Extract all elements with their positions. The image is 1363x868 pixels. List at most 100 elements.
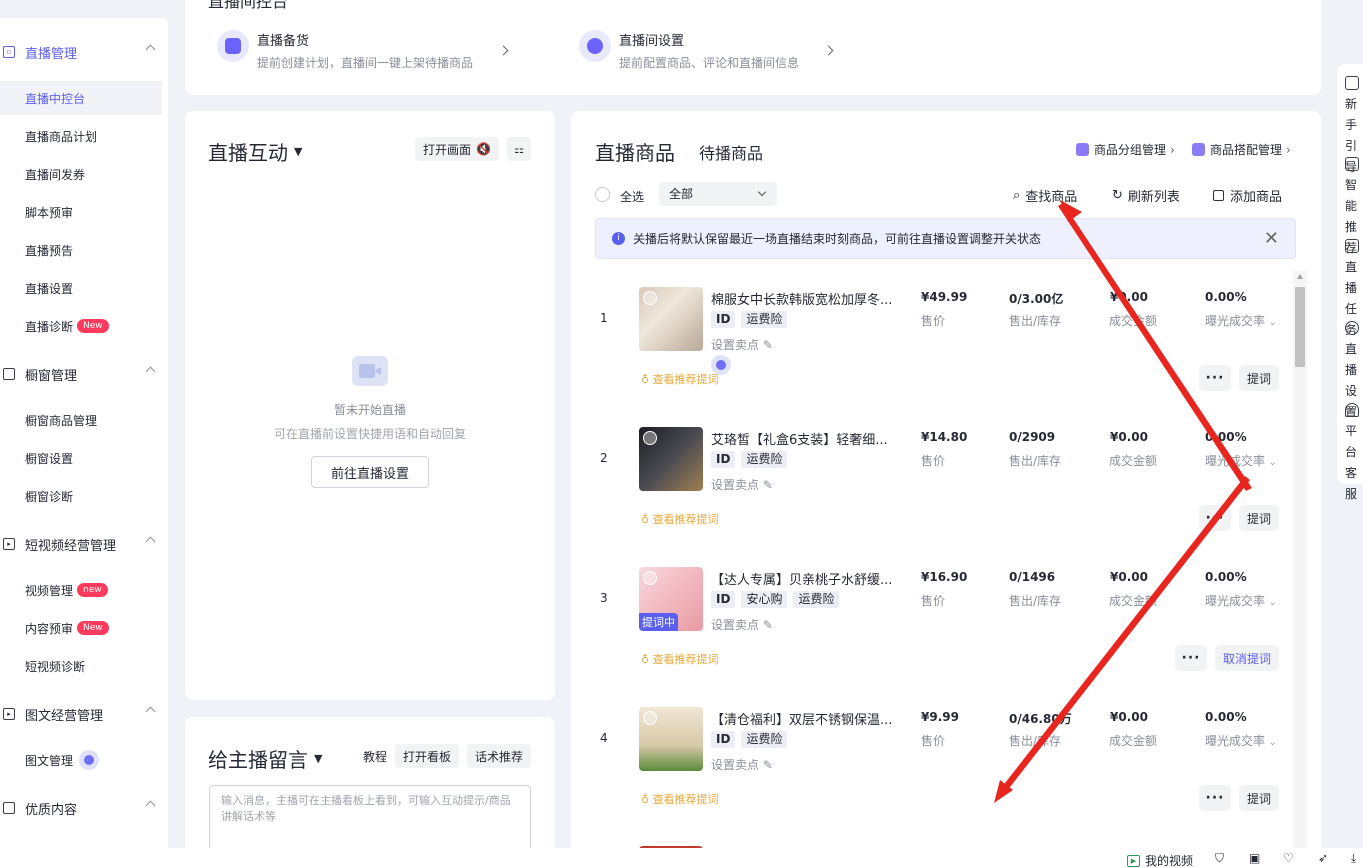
sidebar-group-window[interactable]: 橱窗管理 xyxy=(0,359,168,389)
open-board-button[interactable]: 打开看板 xyxy=(395,744,459,768)
sidebar-group-live[interactable]: ▫ 直播管理 xyxy=(0,37,168,67)
more-button[interactable]: ··· xyxy=(1199,785,1231,811)
set-selling-point[interactable]: 设置卖点 ✎ xyxy=(711,476,773,493)
sidebar-item-window-settings[interactable]: 橱窗设置 xyxy=(0,441,162,475)
rate-label[interactable]: 曝光成交率 ⌄ xyxy=(1205,732,1276,749)
row-checkbox[interactable] xyxy=(643,571,657,585)
rate-label[interactable]: 曝光成交率 ⌄ xyxy=(1205,592,1276,609)
chevron-right-icon: › xyxy=(1286,142,1291,157)
id-tag[interactable]: ID xyxy=(711,451,736,468)
sidebar-item-live-console[interactable]: 直播中控台 xyxy=(0,81,162,115)
row-checkbox[interactable] xyxy=(643,711,657,725)
sidebar-item-live-settings[interactable]: 直播设置 xyxy=(0,271,162,305)
select-all-checkbox[interactable] xyxy=(595,187,610,202)
book-icon xyxy=(1345,76,1359,90)
interaction-title[interactable]: 直播互动 ▼ xyxy=(208,137,302,166)
chevron-right-icon[interactable] xyxy=(498,45,509,56)
refresh-list-button[interactable]: ↻ 刷新列表 xyxy=(1112,186,1180,205)
heart-icon[interactable]: ♡ xyxy=(1283,851,1294,865)
tutorial-link[interactable]: 教程 xyxy=(363,748,387,765)
set-selling-point[interactable]: 设置卖点 ✎ xyxy=(711,756,773,773)
live-room-settings-entry[interactable]: 直播间设置 提前配置商品、评论和直播间信息 xyxy=(579,30,799,71)
download-icon[interactable]: ⤓ xyxy=(1351,851,1356,866)
product-thumbnail[interactable] xyxy=(639,707,703,771)
cancel-cue-button[interactable]: 取消提词 xyxy=(1215,645,1279,671)
recommend-cue-link[interactable]: ♁ 查看推荐提词 xyxy=(641,651,719,667)
product-title[interactable]: 艾珞皙【礼盒6支装】轻奢细... xyxy=(711,429,888,448)
cue-button[interactable]: 提词 xyxy=(1239,785,1279,811)
sidebar-item-article-manage[interactable]: 图文管理 xyxy=(0,743,162,777)
message-title[interactable]: 给主播留言 ▼ xyxy=(208,744,322,773)
script-recommend-button[interactable]: 话术推荐 xyxy=(467,744,531,768)
more-button[interactable]: ··· xyxy=(1175,645,1207,671)
notice-text: 关播后将默认保留最近一场直播结束时刻商品，可前往直播设置调整开关状态 xyxy=(633,232,1042,246)
find-goods-button[interactable]: ⌕ 查找商品 xyxy=(1013,186,1077,205)
message-card: 给主播留言 ▼ 教程 打开看板 话术推荐 输入消息，主播可在主播看板上看到，可输… xyxy=(185,717,555,868)
more-button[interactable]: ··· xyxy=(1199,505,1231,531)
product-title[interactable]: 棉服女中长款韩版宽松加厚冬... xyxy=(711,289,892,308)
more-button[interactable]: ··· xyxy=(1199,365,1231,391)
product-title[interactable]: 【清仓福利】双层不锈钢保温... xyxy=(711,709,892,728)
sidebar-group-article[interactable]: ▸ 图文经营管理 xyxy=(0,699,168,729)
product-title[interactable]: 【达人专属】贝亲桃子水舒缓... xyxy=(711,569,892,588)
id-tag[interactable]: ID xyxy=(711,311,736,328)
sidebar-item-coupon[interactable]: 直播间发券 xyxy=(0,157,162,191)
cue-button[interactable]: 提词 xyxy=(1239,365,1279,391)
sidebar-item-content-review[interactable]: 内容预审 New xyxy=(0,611,162,645)
tab-pending-goods[interactable]: 待播商品 xyxy=(699,140,763,164)
group-manage-link[interactable]: 商品分组管理 › xyxy=(1076,141,1175,158)
set-selling-point[interactable]: 设置卖点 ✎ xyxy=(711,336,773,353)
sidebar-item-live-preview[interactable]: 直播预告 xyxy=(0,233,162,267)
row-checkbox[interactable] xyxy=(643,431,657,445)
sidebar-item-live-plan[interactable]: 直播商品计划 xyxy=(0,119,162,153)
sidebar-item-window-goods[interactable]: 橱窗商品管理 xyxy=(0,403,162,437)
id-tag[interactable]: ID xyxy=(711,591,736,608)
my-video-button[interactable]: ▶ 我的视频 xyxy=(1127,852,1193,868)
chevron-up-icon xyxy=(145,366,156,377)
sold-stock-value: 0/46.80万 xyxy=(1009,712,1072,726)
live-stocking-entry[interactable]: 直播备货 提前创建计划，直播间一键上架待播商品 xyxy=(217,30,473,71)
combo-manage-link[interactable]: 商品搭配管理 › xyxy=(1192,141,1291,158)
shield-icon[interactable]: ⛉ xyxy=(1215,851,1224,866)
set-selling-point[interactable]: 设置卖点 ✎ xyxy=(711,616,773,633)
rate-label[interactable]: 曝光成交率 ⌄ xyxy=(1205,452,1276,469)
goto-live-settings-button[interactable]: 前往直播设置 xyxy=(311,456,429,488)
product-thumbnail[interactable] xyxy=(639,287,703,351)
rocket-icon[interactable]: ➶ xyxy=(1318,851,1328,865)
sidebar-item-video-manage[interactable]: 视频管理 new xyxy=(0,573,162,607)
image-icon[interactable]: ▣ xyxy=(1249,851,1260,865)
open-screen-button[interactable]: 打开画面 🔇 xyxy=(415,137,499,161)
sidebar-group-quality[interactable]: 优质内容 xyxy=(0,793,168,823)
recommend-cue-link[interactable]: ♁ 查看推荐提词 xyxy=(641,511,719,527)
sidebar-item-script-review[interactable]: 脚本预审 xyxy=(0,195,162,229)
cue-button[interactable]: 提词 xyxy=(1239,505,1279,531)
rail-item-support[interactable]: 平台 客服 xyxy=(1345,403,1363,505)
recommend-cue-link[interactable]: ♁ 查看推荐提词 xyxy=(641,791,719,807)
sidebar-item-window-diagnosis[interactable]: 橱窗诊断 xyxy=(0,479,162,513)
quality-icon xyxy=(3,802,15,814)
sold-stock-value: 0/1496 xyxy=(1009,570,1056,584)
id-tag[interactable]: ID xyxy=(711,731,736,748)
chevron-right-icon[interactable] xyxy=(823,45,834,56)
recommend-cue-label: 查看推荐提词 xyxy=(652,653,719,666)
product-thumbnail[interactable] xyxy=(639,427,703,491)
scrollbar-thumb[interactable] xyxy=(1295,287,1305,367)
add-goods-button[interactable]: 添加商品 xyxy=(1213,186,1282,205)
set-selling-point-label: 设置卖点 xyxy=(711,478,760,492)
sidebar-group-short-video[interactable]: ▸ 短视频经营管理 xyxy=(0,529,168,559)
scrollbar-track[interactable] xyxy=(1293,271,1307,868)
scroll-up-icon[interactable] xyxy=(1297,274,1303,279)
sidebar-item-live-diagnosis[interactable]: 直播诊断 New xyxy=(0,309,162,343)
sidebar-item-video-diagnosis[interactable]: 短视频诊断 xyxy=(0,649,162,683)
add-icon xyxy=(1213,190,1224,201)
rail-label: 新手 xyxy=(1345,97,1358,132)
product-thumbnail[interactable]: 提词中 xyxy=(639,567,703,631)
row-checkbox[interactable] xyxy=(643,291,657,305)
filter-select[interactable]: 全部 xyxy=(659,182,777,206)
tab-live-goods[interactable]: 直播商品 xyxy=(595,137,675,166)
recommend-cue-link[interactable]: ♁ 查看推荐提词 xyxy=(641,371,719,387)
gmv-value: ¥0.00 xyxy=(1110,570,1148,584)
rate-label[interactable]: 曝光成交率 ⌄ xyxy=(1205,312,1276,329)
close-icon[interactable]: ✕ xyxy=(1264,228,1279,249)
layout-toggle-button[interactable]: ⚏ xyxy=(507,137,531,161)
